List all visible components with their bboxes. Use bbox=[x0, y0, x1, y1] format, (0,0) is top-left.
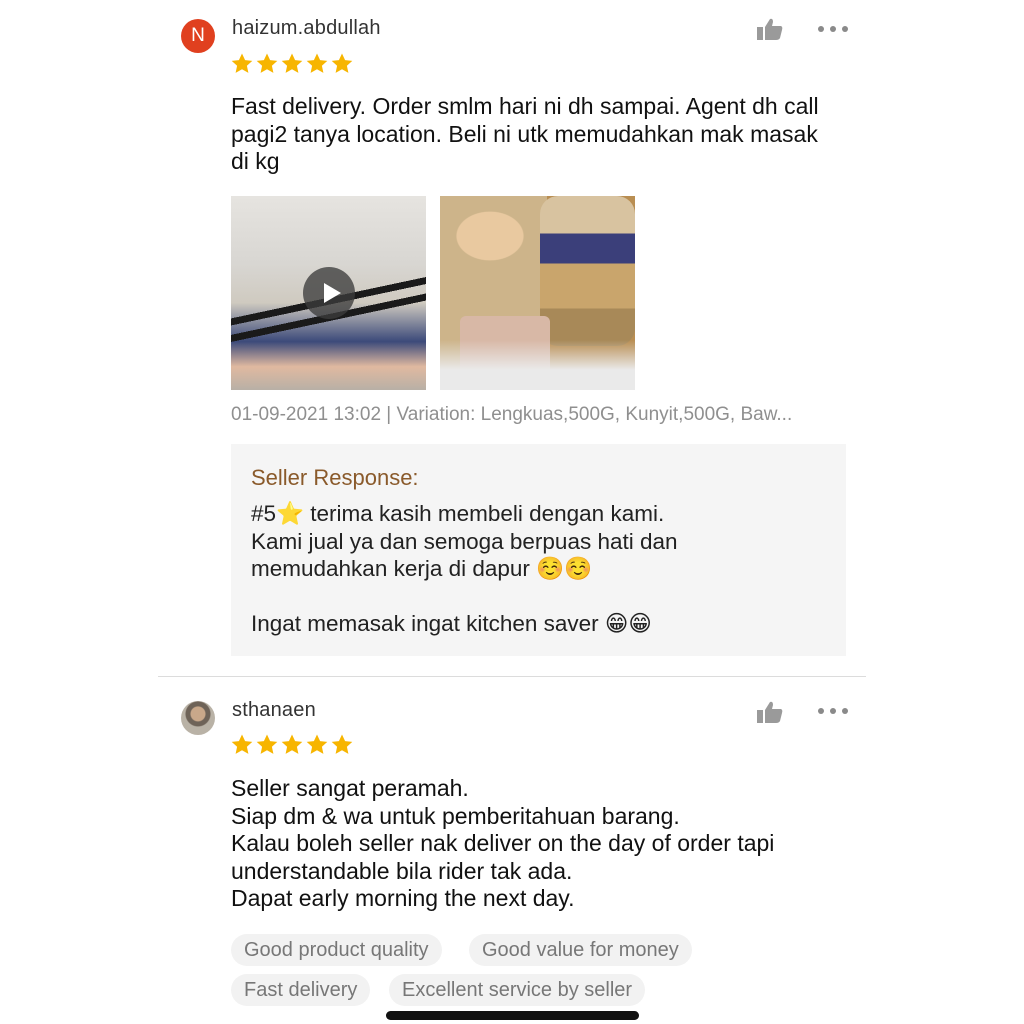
seller-response-title: Seller Response: bbox=[251, 465, 419, 490]
username: haizum.abdullah bbox=[232, 17, 381, 39]
star-icon bbox=[306, 53, 328, 73]
star-icon bbox=[256, 53, 278, 73]
review-tag: Good value for money bbox=[469, 934, 692, 966]
user-avatar[interactable] bbox=[181, 701, 215, 735]
star-rating bbox=[230, 733, 354, 757]
star-icon bbox=[331, 53, 353, 73]
review-tag: Good product quality bbox=[231, 934, 442, 966]
user-avatar[interactable]: N bbox=[181, 19, 215, 53]
review-text: Seller sangat peramah. Siap dm & wa untu… bbox=[231, 775, 775, 911]
more-options-icon[interactable] bbox=[818, 706, 848, 716]
play-icon[interactable] bbox=[303, 267, 355, 319]
review-tag: Fast delivery bbox=[231, 974, 371, 1006]
username: sthanaen bbox=[232, 699, 316, 721]
review-photo-thumbnail[interactable] bbox=[440, 196, 635, 390]
seller-response-text: #5⭐ terima kasih membeli dengan kami. Ka… bbox=[251, 501, 678, 636]
review-meta: 01-09-2021 13:02 | Variation: Lengkuas,5… bbox=[231, 404, 793, 425]
more-options-icon[interactable] bbox=[818, 24, 848, 34]
star-icon bbox=[256, 734, 278, 754]
avatar-letter: N bbox=[191, 25, 205, 46]
review-text: Fast delivery. Order smlm hari ni dh sam… bbox=[231, 93, 819, 174]
review-tag: Excellent service by seller bbox=[389, 974, 646, 1006]
thumbs-up-icon[interactable] bbox=[756, 700, 784, 724]
review-video-thumbnail[interactable] bbox=[231, 196, 426, 390]
star-rating bbox=[230, 52, 354, 76]
divider bbox=[158, 676, 866, 677]
star-icon bbox=[331, 734, 353, 754]
star-icon bbox=[231, 53, 253, 73]
star-icon bbox=[281, 734, 303, 754]
star-icon bbox=[231, 734, 253, 754]
star-icon bbox=[306, 734, 328, 754]
star-icon bbox=[281, 53, 303, 73]
thumbs-up-icon[interactable] bbox=[756, 17, 784, 41]
seller-response: Seller Response: #5⭐ terima kasih membel… bbox=[231, 444, 846, 656]
home-indicator[interactable] bbox=[386, 1011, 639, 1020]
